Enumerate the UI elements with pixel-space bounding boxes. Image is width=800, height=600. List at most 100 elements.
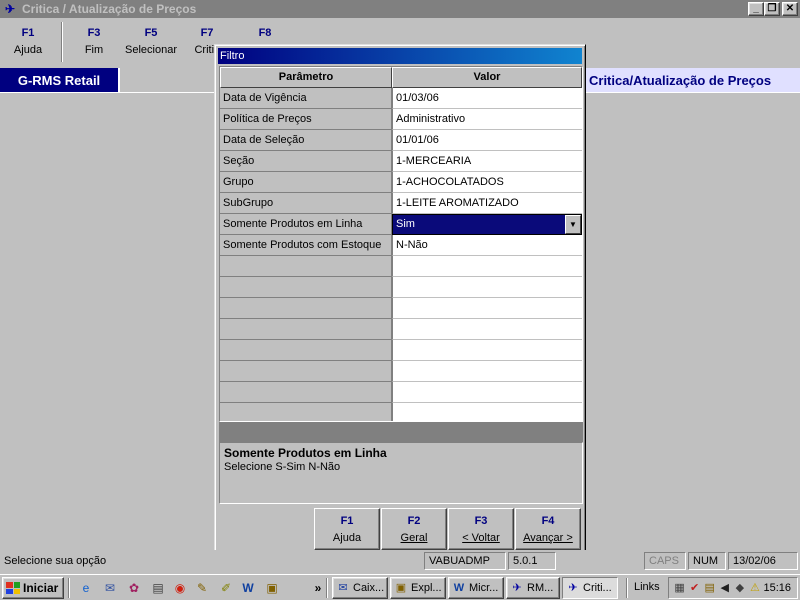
parameter-grid: Parâmetro Valor Data de Vigência 01/03/0… [219, 66, 583, 422]
mail-icon: ✉ [338, 582, 348, 594]
value-cell [392, 319, 582, 340]
button-key: F3 [474, 515, 488, 527]
status-user: VABUADMP [424, 552, 506, 570]
table-row[interactable]: Seção 1-MERCEARIA [220, 151, 582, 172]
empty-row [220, 340, 582, 361]
help-title: Somente Produtos em Linha [224, 446, 387, 460]
terminal-icon[interactable]: ▤ [150, 580, 166, 596]
value-cell [392, 277, 582, 298]
empty-row [220, 277, 582, 298]
value-cell[interactable]: 1-ACHOCOLATADOS [392, 172, 582, 193]
table-row[interactable]: Grupo 1-ACHOCOLATADOS [220, 172, 582, 193]
param-cell: Data de Vigência [220, 88, 392, 109]
dropdown-arrow-icon[interactable]: ▼ [565, 215, 581, 234]
value-cell [392, 298, 582, 319]
f1-label: Ajuda [13, 44, 43, 56]
links-toolbar[interactable]: Links [634, 581, 660, 593]
media-icon[interactable]: ◉ [172, 580, 188, 596]
button-key: F4 [541, 515, 555, 527]
param-cell [220, 403, 392, 421]
warning-icon[interactable]: ⚠ [748, 581, 761, 595]
window-title-bar[interactable]: ✈ Critica / Atualização de Preços _ ❐ ✕ [0, 0, 800, 18]
task-caixa[interactable]: ✉ Caix... [332, 577, 388, 599]
table-row[interactable]: Somente Produtos com Estoque N-Não [220, 235, 582, 256]
table-row[interactable]: Política de Preços Administrativo [220, 109, 582, 130]
edit-icon[interactable]: ✐ [218, 580, 234, 596]
clock: 15:16 [763, 582, 791, 594]
f8-button[interactable]: F8 [248, 27, 282, 44]
button-label: Avançar > [523, 532, 573, 544]
volume-icon[interactable]: ◀ [718, 581, 731, 595]
status-version: 5.0.1 [508, 552, 556, 570]
task-explorer[interactable]: ▣ Expl... [390, 577, 446, 599]
param-cell [220, 382, 392, 403]
f2-geral-button[interactable]: F2 Geral [381, 508, 447, 550]
f8-key: F8 [258, 27, 272, 39]
empty-row [220, 298, 582, 319]
f3-exit-button[interactable]: F3 Fim [72, 27, 116, 56]
value-dropdown[interactable]: Sim ▼ [392, 214, 582, 235]
param-cell [220, 298, 392, 319]
task-critica[interactable]: ✈ Criti... [562, 577, 618, 599]
param-cell [220, 319, 392, 340]
value-cell [392, 382, 582, 403]
system-tray: ▦ ✔ ▤ ◀ ◆ ⚠ 15:16 [668, 577, 798, 599]
notepad-icon[interactable]: ✎ [194, 580, 210, 596]
value-cell[interactable]: 1-MERCEARIA [392, 151, 582, 172]
overflow-chevron-icon[interactable]: » [310, 580, 326, 596]
value-cell[interactable]: 01/01/06 [392, 130, 582, 151]
restore-button[interactable]: ❐ [764, 2, 780, 16]
value-cell [392, 361, 582, 382]
ie-icon[interactable]: e [78, 580, 94, 596]
param-cell: Somente Produtos com Estoque [220, 235, 392, 256]
paint-icon[interactable]: ✿ [126, 580, 142, 596]
empty-row [220, 256, 582, 277]
start-button[interactable]: Iniciar [2, 577, 64, 599]
help-text: Selecione S-Sim N-Não [224, 461, 341, 473]
status-caps: CAPS [644, 552, 686, 570]
window-controls: _ ❐ ✕ [748, 2, 798, 16]
status-num: NUM [688, 552, 726, 570]
usb-icon[interactable]: ◆ [733, 581, 746, 595]
status-date: 13/02/06 [728, 552, 798, 570]
f1-ajuda-button[interactable]: F1 Ajuda [314, 508, 380, 550]
value-cell[interactable]: 01/03/06 [392, 88, 582, 109]
network-icon[interactable]: ▦ [673, 581, 686, 595]
task-label: Expl... [411, 582, 442, 594]
grid-footer-strip [219, 422, 583, 442]
table-row[interactable]: Data de Seleção 01/01/06 [220, 130, 582, 151]
word-icon[interactable]: W [240, 580, 256, 596]
param-cell: Seção [220, 151, 392, 172]
filter-dialog: Filtro Parâmetro Valor Data de Vigência … [214, 44, 586, 554]
value-cell [392, 403, 582, 421]
empty-row [220, 382, 582, 403]
table-row[interactable]: Data de Vigência 01/03/06 [220, 88, 582, 109]
dialog-title[interactable]: Filtro [218, 48, 582, 64]
antivirus-icon[interactable]: ✔ [688, 581, 701, 595]
value-cell[interactable]: N-Não [392, 235, 582, 256]
task-rms[interactable]: ✈ RM... [506, 577, 560, 599]
f5-select-button[interactable]: F5 Selecionar [122, 27, 180, 56]
f3-voltar-button[interactable]: F3 < Voltar [448, 508, 514, 550]
outlook-icon[interactable]: ✉ [102, 580, 118, 596]
task-word[interactable]: W Micr... [448, 577, 504, 599]
brand-label: G-RMS Retail [0, 68, 120, 92]
table-row-selected[interactable]: Somente Produtos em Linha Sim ▼ [220, 214, 582, 235]
explorer-icon[interactable]: ▣ [264, 580, 280, 596]
taskbar: Iniciar e ✉ ✿ ▤ ◉ ✎ ✐ W ▣ » ✉ Caix... ▣ … [0, 574, 800, 600]
empty-row [220, 361, 582, 382]
table-row[interactable]: SubGrupo 1-LEITE AROMATIZADO [220, 193, 582, 214]
f1-help-button[interactable]: F1 Ajuda [6, 27, 50, 56]
help-panel: Somente Produtos em Linha Selecione S-Si… [219, 442, 583, 504]
value-cell[interactable]: Administrativo [392, 109, 582, 130]
close-button[interactable]: ✕ [782, 2, 798, 16]
task-label: Criti... [583, 582, 612, 594]
value-cell [392, 256, 582, 277]
value-cell [392, 340, 582, 361]
task-label: RM... [527, 582, 554, 594]
printer-icon[interactable]: ▤ [703, 581, 716, 595]
minimize-button[interactable]: _ [748, 2, 764, 16]
dropdown-value: Sim [396, 218, 415, 230]
value-cell[interactable]: 1-LEITE AROMATIZADO [392, 193, 582, 214]
f4-avancar-button[interactable]: F4 Avançar > [515, 508, 581, 550]
